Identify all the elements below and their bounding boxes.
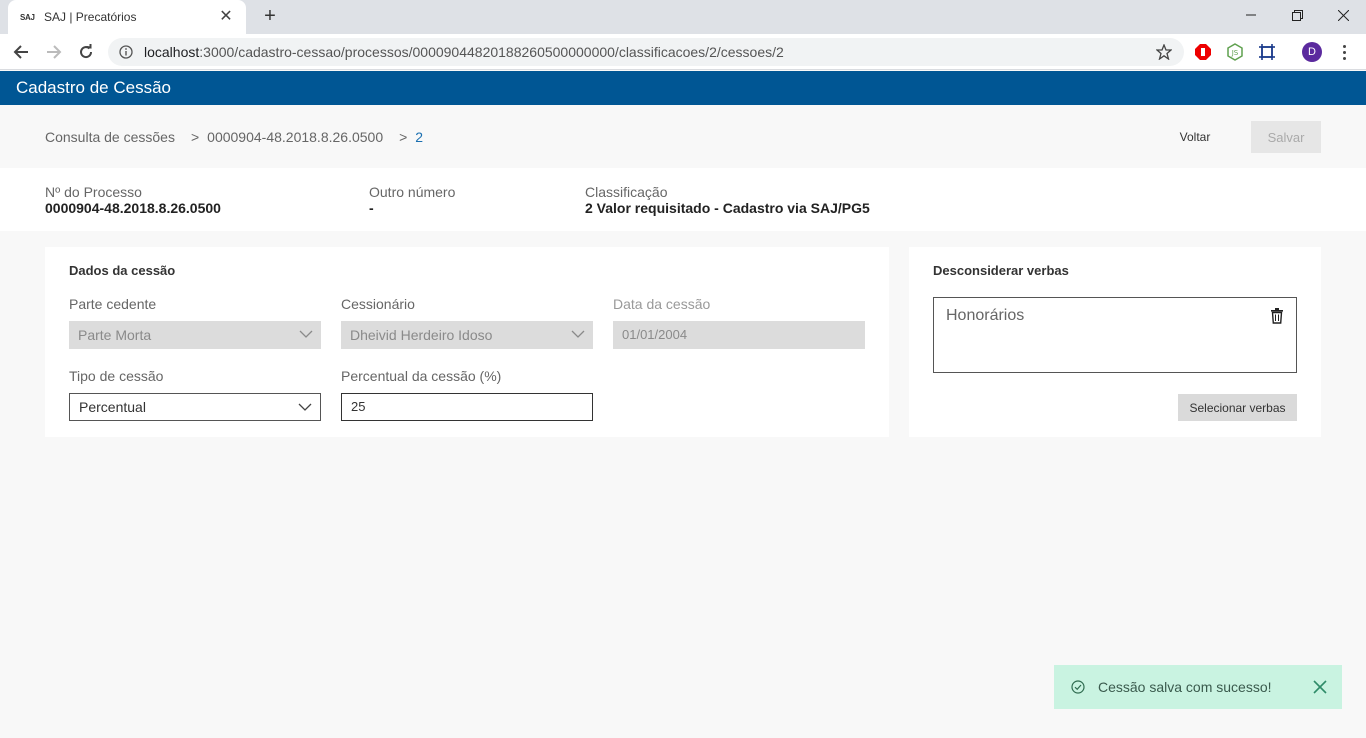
nodejs-extension-icon[interactable]: JS xyxy=(1225,42,1245,62)
browser-tab[interactable]: SAJ SAJ | Precatórios ✕ xyxy=(8,0,246,34)
info-icon[interactable] xyxy=(118,44,134,60)
data-cessao-input[interactable]: 01/01/2004 xyxy=(613,321,865,349)
success-toast: Cessão salva com sucesso! xyxy=(1054,665,1342,709)
dados-cessao-title: Dados da cessão xyxy=(69,263,176,278)
breadcrumb-current: 2 xyxy=(415,129,424,145)
bookmark-star-icon[interactable] xyxy=(1154,42,1174,62)
parte-cedente-select[interactable]: Parte Morta xyxy=(69,321,321,349)
processo-numero-value: 0000904-48.2018.8.26.0500 xyxy=(45,200,221,216)
profile-avatar[interactable]: D xyxy=(1302,42,1322,62)
app-title: Cadastro de Cessão xyxy=(0,71,1366,105)
parte-cedente-label: Parte cedente xyxy=(69,296,157,312)
breadcrumb-bar: Consulta de cessões > 0000904-48.2018.8.… xyxy=(0,105,1366,168)
browser-toolbar: localhost:3000/cadastro-cessao/processos… xyxy=(0,34,1366,70)
adblock-extension-icon[interactable] xyxy=(1193,42,1213,62)
voltar-button[interactable]: Voltar xyxy=(1168,122,1222,152)
forward-arrow-icon[interactable] xyxy=(42,40,66,64)
new-tab-icon[interactable]: + xyxy=(258,4,282,28)
url-text: localhost:3000/cadastro-cessao/processos… xyxy=(144,44,1154,60)
chevron-down-icon xyxy=(299,330,313,338)
cessionario-value: Dheivid Herdeiro Idoso xyxy=(350,327,493,343)
outro-numero-label: Outro número xyxy=(369,184,456,200)
process-info: Nº do Processo 0000904-48.2018.8.26.0500… xyxy=(0,168,1366,231)
window-close-icon[interactable] xyxy=(1320,0,1366,30)
processo-numero: Nº do Processo 0000904-48.2018.8.26.0500 xyxy=(45,184,221,216)
salvar-button[interactable]: Salvar xyxy=(1251,121,1321,153)
parte-cedente-value: Parte Morta xyxy=(78,327,152,343)
breadcrumb-consulta[interactable]: Consulta de cessões xyxy=(45,129,175,145)
percentual-input[interactable]: 25 xyxy=(341,393,593,421)
check-circle-icon xyxy=(1071,680,1085,694)
chevron-down-icon xyxy=(571,330,585,338)
tab-title: SAJ | Precatórios xyxy=(44,10,137,24)
breadcrumb: Consulta de cessões > 0000904-48.2018.8.… xyxy=(45,129,423,145)
dados-cessao-card: Dados da cessão Parte cedente Parte Mort… xyxy=(45,247,889,437)
chevron-down-icon xyxy=(298,403,312,411)
classificacao: Classificação 2 Valor requisitado - Cada… xyxy=(585,184,870,216)
address-bar[interactable]: localhost:3000/cadastro-cessao/processos… xyxy=(108,38,1184,66)
verbas-list: Honorários xyxy=(933,297,1297,373)
back-arrow-icon[interactable] xyxy=(9,40,33,64)
classificacao-value: 2 Valor requisitado - Cadastro via SAJ/P… xyxy=(585,200,870,216)
tab-close-icon[interactable]: ✕ xyxy=(218,9,234,25)
outro-numero: Outro número - xyxy=(369,184,455,216)
url-host: localhost xyxy=(144,44,200,60)
cessionario-label: Cessionário xyxy=(341,296,415,312)
minimize-icon[interactable] xyxy=(1228,0,1274,30)
breadcrumb-processo[interactable]: 0000904-48.2018.8.26.0500 xyxy=(207,129,383,145)
percentual-label: Percentual da cessão (%) xyxy=(341,368,502,384)
restore-icon[interactable] xyxy=(1274,0,1320,30)
svg-text:JS: JS xyxy=(1231,49,1239,57)
breadcrumb-separator: > xyxy=(399,129,408,145)
trash-icon[interactable] xyxy=(1270,308,1284,324)
outro-numero-value: - xyxy=(369,200,374,216)
desconsiderar-verbas-card: Desconsiderar verbas Honorários Selecion… xyxy=(909,247,1321,437)
breadcrumb-separator: > xyxy=(190,129,200,145)
toast-message: Cessão salva com sucesso! xyxy=(1098,679,1272,695)
browser-menu-icon[interactable] xyxy=(1336,42,1352,62)
tipo-cessao-label: Tipo de cessão xyxy=(69,368,164,384)
processo-numero-label: Nº do Processo xyxy=(45,184,142,200)
toast-close-icon[interactable] xyxy=(1298,665,1342,709)
cessionario-select[interactable]: Dheivid Herdeiro Idoso xyxy=(341,321,593,349)
reload-icon[interactable] xyxy=(74,40,98,64)
saj-favicon-icon: SAJ xyxy=(20,12,35,22)
verba-item: Honorários xyxy=(946,307,1025,324)
desconsiderar-verbas-title: Desconsiderar verbas xyxy=(933,263,1069,278)
url-path: :3000/cadastro-cessao/processos/00009044… xyxy=(199,44,784,60)
selecionar-verbas-button[interactable]: Selecionar verbas xyxy=(1178,394,1297,421)
classificacao-label: Classificação xyxy=(585,184,668,200)
browser-tabbar: SAJ SAJ | Precatórios ✕ + xyxy=(0,0,1366,34)
tipo-cessao-value: Percentual xyxy=(79,399,146,415)
data-cessao-label: Data da cessão xyxy=(613,296,711,312)
grid-extension-icon[interactable] xyxy=(1257,42,1277,62)
tipo-cessao-select[interactable]: Percentual xyxy=(69,393,321,421)
